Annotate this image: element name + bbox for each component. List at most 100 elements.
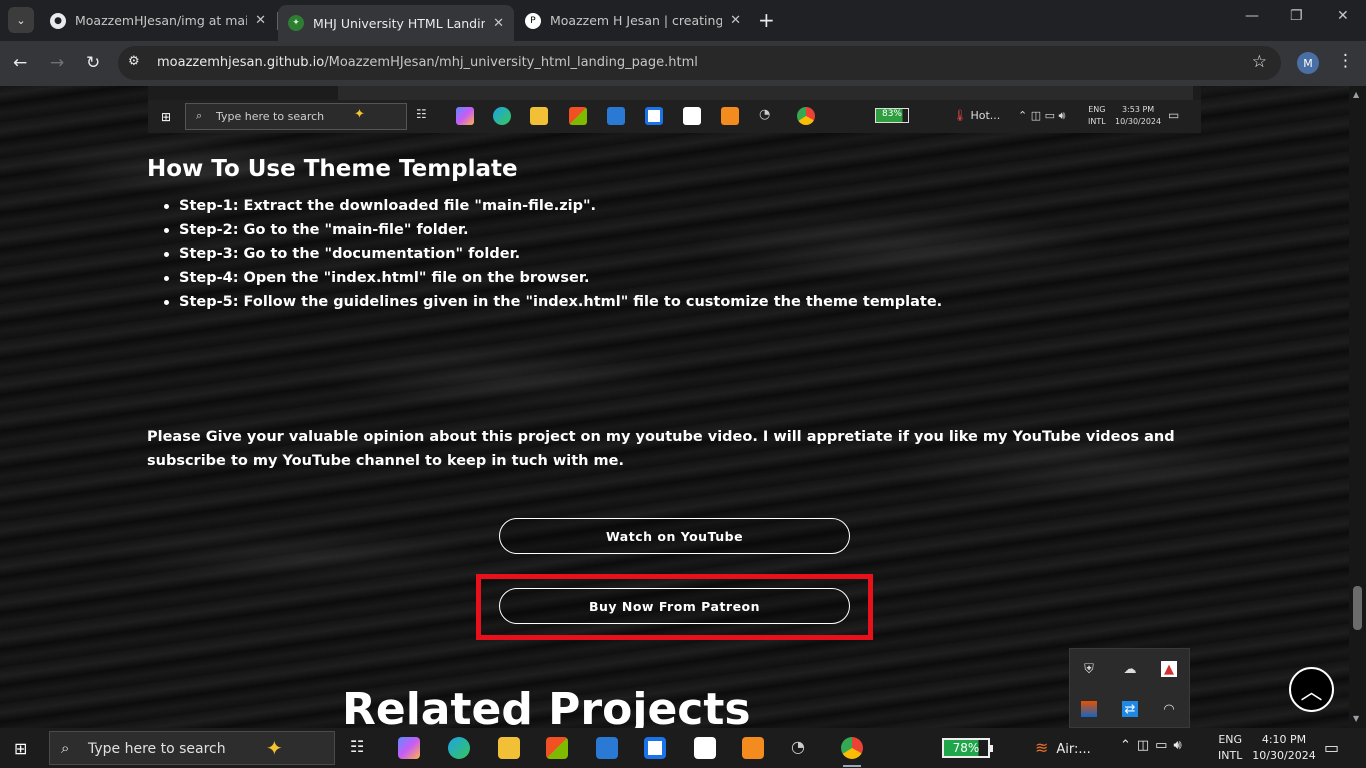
app-icon[interactable] (644, 737, 666, 759)
thermometer-icon: 🌡︎ (953, 109, 967, 122)
embedded-clock: 3:53 PM 10/30/2024 (1115, 104, 1161, 128)
embedded-time: 3:53 PM (1121, 105, 1155, 114)
profile-avatar[interactable]: M (1297, 52, 1319, 74)
cloud-off-icon[interactable]: ☁ (1122, 661, 1138, 677)
embedded-lang-line: INTL (1088, 117, 1106, 126)
mail-icon[interactable] (596, 737, 618, 759)
new-tab-button[interactable]: + (758, 8, 775, 32)
embedded-date: 10/30/2024 (1115, 117, 1162, 126)
app-tray-icon[interactable] (1081, 701, 1097, 717)
tab-mhj-university[interactable]: ✦ MHJ University HTML Landing P ✕ (278, 5, 514, 41)
embedded-weather-text: Hot... (970, 109, 1001, 122)
notification-icon: ▭ (1168, 108, 1180, 122)
tab-close-icon[interactable]: ✕ (493, 16, 504, 31)
tab-title: MHJ University HTML Landing P (313, 15, 486, 31)
windows-start-icon: ⊞ (161, 110, 172, 124)
url-host: moazzemhjesan.github.io (157, 55, 325, 70)
url-text[interactable]: moazzemhjesan.github.io/MoazzemHJesan/mh… (157, 55, 698, 70)
page-viewport: ⊞ ⌕ Type here to search ✦ ☷ ◔ 83% 🌡︎ Hot… (0, 86, 1349, 728)
tray-overflow-flyout: ⛨ ☁ ▲ ⇄ ◠ (1069, 648, 1190, 728)
remote-icon[interactable]: ⇄ (1122, 701, 1138, 717)
taskbar-search-placeholder: Type here to search (88, 741, 226, 757)
clock-date: 10/30/2024 (1252, 749, 1316, 762)
tab-search-button[interactable]: ⌄ (8, 7, 34, 33)
taskbar-search-box[interactable]: ⌕ Type here to search ✦ (49, 731, 335, 765)
wifi-icon[interactable]: ◠ (1161, 701, 1177, 717)
copilot-icon[interactable] (398, 737, 420, 759)
store-icon (569, 107, 587, 125)
embedded-window-strip (338, 86, 1193, 100)
tab-github[interactable]: ● MoazzemHJesan/img at main · ✕ (40, 5, 276, 36)
minimize-button[interactable]: — (1245, 8, 1259, 24)
steps-list: Step-1: Extract the downloaded file "mai… (163, 194, 942, 314)
gamepad-icon[interactable]: ◔ (791, 737, 813, 759)
embedded-weather: 🌡︎ Hot... (953, 109, 1000, 122)
tab-title: Moazzem H Jesan | creating we (550, 13, 723, 28)
embedded-search-placeholder: Type here to search (216, 110, 325, 123)
battery-indicator[interactable]: 78% (942, 738, 993, 758)
lang-line: ENG (1218, 733, 1243, 746)
buy-now-patreon-button[interactable]: Buy Now From Patreon (499, 588, 850, 624)
task-view-icon[interactable]: ☷ (350, 737, 372, 759)
browser-tab-strip: ⌄ ● MoazzemHJesan/img at main · ✕ ✦ MHJ … (0, 0, 1366, 41)
github-icon: ● (50, 12, 66, 29)
file-explorer-icon (530, 107, 548, 125)
list-item: Step-2: Go to the "main-file" folder. (163, 218, 942, 242)
bookmark-star-icon[interactable]: ☆ (1252, 52, 1267, 72)
snipping-icon[interactable] (694, 737, 716, 759)
scrollbar-thumb[interactable] (1353, 586, 1362, 630)
taskbar-clock[interactable]: 4:10 PM 10/30/2024 (1252, 732, 1316, 764)
windows-start-icon[interactable]: ⊞ (14, 739, 27, 758)
edge-icon[interactable] (448, 737, 470, 759)
forward-icon[interactable]: → (50, 53, 64, 73)
weather-text: Air:... (1056, 742, 1091, 757)
security-shield-icon[interactable]: ⛨ (1081, 661, 1097, 677)
language-indicator[interactable]: ENG INTL (1218, 732, 1242, 764)
back-icon[interactable]: ← (13, 53, 27, 73)
scroll-down-icon[interactable]: ▼ (1353, 714, 1359, 723)
page-scrollbar[interactable]: ▲ ▼ (1349, 86, 1366, 728)
tab-patreon[interactable]: P Moazzem H Jesan | creating we ✕ (515, 5, 751, 36)
tab-close-icon[interactable]: ✕ (255, 13, 266, 28)
search-icon: ⌕ (196, 109, 203, 122)
list-item: Step-1: Extract the downloaded file "mai… (163, 194, 942, 218)
restore-button[interactable]: ❐ (1290, 8, 1303, 24)
embedded-lang-line: ENG (1088, 105, 1106, 114)
chrome-icon[interactable] (841, 737, 863, 759)
page-heading: How To Use Theme Template (147, 156, 518, 182)
app-icon (645, 107, 663, 125)
sublime-icon[interactable] (742, 737, 764, 759)
mail-icon (607, 107, 625, 125)
weather-widget[interactable]: ≋ Air:... (1035, 738, 1091, 757)
site-info-icon[interactable]: ⚙ (128, 54, 140, 69)
list-item: Step-3: Go to the "documentation" folder… (163, 242, 942, 266)
embedded-tray-icons: ⌃ ◫ ▭ 🔊︎ (1018, 109, 1066, 122)
address-bar[interactable]: ⚙ moazzemhjesan.github.io/MoazzemHJesan/… (118, 46, 1281, 80)
acrobat-icon[interactable]: ▲ (1161, 661, 1177, 677)
task-view-icon: ☷ (416, 107, 427, 121)
active-app-indicator (843, 765, 861, 767)
menu-kebab-icon[interactable]: ⋮ (1337, 51, 1354, 71)
embedded-battery-indicator: 83% (875, 108, 909, 123)
store-icon[interactable] (546, 737, 568, 759)
copilot-icon (456, 107, 474, 125)
embedded-taskbar: ⊞ ⌕ Type here to search ✦ ☷ ◔ 83% 🌡︎ Hot… (148, 100, 1201, 133)
reload-icon[interactable]: ↻ (86, 53, 100, 73)
scroll-up-icon[interactable]: ▲ (1353, 90, 1359, 99)
watch-on-youtube-button[interactable]: Watch on YouTube (499, 518, 850, 554)
tab-close-icon[interactable]: ✕ (730, 13, 741, 28)
scroll-to-top-button[interactable]: ︿ (1289, 667, 1334, 712)
file-explorer-icon[interactable] (498, 737, 520, 759)
site-icon: ✦ (288, 15, 304, 31)
url-path: /MoazzemHJesan/mhj_university_html_landi… (324, 55, 698, 70)
sparkle-icon: ✦ (266, 736, 283, 760)
patreon-icon: P (525, 12, 541, 29)
embedded-screenshot: ⊞ ⌕ Type here to search ✦ ☷ ◔ 83% 🌡︎ Hot… (148, 86, 1201, 133)
notification-icon[interactable]: ▭ (1324, 738, 1339, 757)
chevron-up-icon: ︿ (1300, 679, 1323, 705)
sublime-icon (721, 107, 739, 125)
close-window-button[interactable]: ✕ (1337, 8, 1349, 24)
windows-taskbar: ⊞ ⌕ Type here to search ✦ ☷ ◔ 78% ≋ Air:.… (0, 728, 1366, 768)
system-tray-icons[interactable]: ⌃◫▭🔊︎ (1120, 738, 1188, 753)
clock-time: 4:10 PM (1261, 733, 1307, 746)
